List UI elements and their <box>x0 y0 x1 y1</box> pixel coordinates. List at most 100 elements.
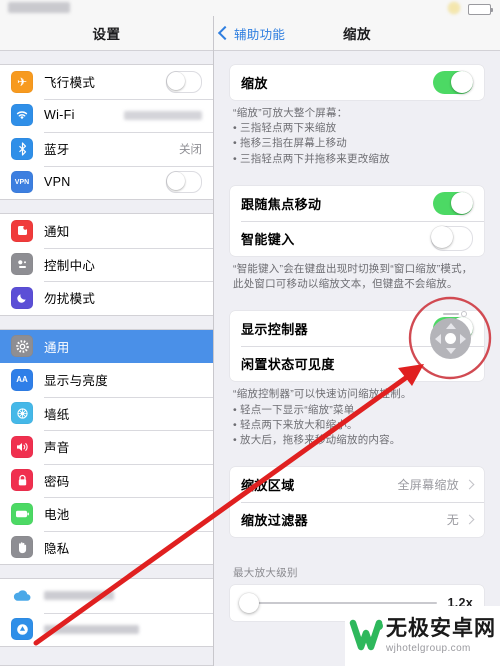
controller-footnote: “缩放控制器”可以快速访问缩放控制。 轻点一下显示“缩放”菜单。 轻点两下来放大… <box>230 381 484 448</box>
back-to-accessibility-button[interactable]: 辅助功能 <box>217 16 286 50</box>
sidebar-item-app-store[interactable] <box>0 612 213 646</box>
icloud-account-label-blurred <box>44 591 114 601</box>
sidebar-item-general[interactable]: 通用 <box>0 329 213 363</box>
chevron-right-icon <box>464 514 475 525</box>
controller-footnote-intro: “缩放控制器”可以快速访问缩放控制。 <box>233 388 412 401</box>
sidebar-item-battery[interactable]: 电池 <box>0 497 213 531</box>
sidebar-item-label: VPN <box>44 175 71 190</box>
group-gap <box>0 564 213 579</box>
focus-typing-card: 跟随焦点移动 智能键入 <box>230 185 484 256</box>
sidebar-group-accounts <box>0 579 213 646</box>
passcode-lock-icon <box>11 469 33 492</box>
max-zoom-slider[interactable] <box>239 593 438 614</box>
smart-typing-toggle[interactable] <box>431 225 473 251</box>
smart-typing-row[interactable]: 智能键入 <box>230 220 484 256</box>
zoom-toggle[interactable] <box>433 71 473 94</box>
chevron-left-icon <box>217 25 233 41</box>
sidebar-item-passcode[interactable]: 密码 <box>0 463 213 497</box>
chevron-right-icon <box>464 479 475 490</box>
sidebar-item-label: Wi-Fi <box>44 108 75 123</box>
sidebar-group-system: 通用 AA 显示与亮度 墙纸 声音 密码 电池 隐私 <box>0 329 213 564</box>
general-gear-icon <box>11 335 33 358</box>
display-brightness-icon: AA <box>11 368 33 391</box>
watermark-logo-icon <box>349 617 383 655</box>
sidebar-title: 设置 <box>92 27 121 42</box>
sidebar-item-label: 飞行模式 <box>44 76 96 91</box>
sidebar-group-connectivity: ✈ 飞行模式 Wi-Fi 蓝牙 关闭 VPN VPN <box>0 65 213 199</box>
watermark-cn-text: 无极安卓网 <box>386 617 496 641</box>
control-center-icon <box>11 253 33 276</box>
sound-icon <box>11 435 33 458</box>
vpn-icon: VPN <box>11 171 33 194</box>
zoom-footnote-bullet: 三指轻点两下来缩放 <box>233 121 481 136</box>
idle-visibility-label: 闲置状态可见度 <box>241 357 335 373</box>
puck-center-dot <box>445 333 456 344</box>
sidebar-item-wifi[interactable]: Wi-Fi <box>0 98 213 132</box>
show-controller-label: 显示控制器 <box>241 322 309 338</box>
sidebar-item-do-not-disturb[interactable]: 勿扰模式 <box>0 281 213 315</box>
arrow-up-icon <box>445 323 456 329</box>
zoom-controller-wisp <box>443 310 467 317</box>
follow-focus-label: 跟随焦点移动 <box>241 196 322 212</box>
do-not-disturb-icon <box>11 286 33 309</box>
sidebar-item-label: 通知 <box>44 225 70 240</box>
wifi-icon <box>11 104 33 127</box>
sidebar-item-airplane-mode[interactable]: ✈ 飞行模式 <box>0 65 213 99</box>
sidebar-item-label: 通用 <box>44 340 70 355</box>
sidebar-item-label: 显示与亮度 <box>44 374 109 389</box>
back-label: 辅助功能 <box>234 27 286 42</box>
sidebar-item-label: 声音 <box>44 441 70 456</box>
max-zoom-group-label: 最大放大级别 <box>233 567 298 580</box>
zoom-footnote-bullet: 三指轻点两下并拖移来更改缩放 <box>233 152 481 167</box>
page-title: 缩放 <box>343 27 371 42</box>
sidebar-item-control-center[interactable]: 控制中心 <box>0 247 213 281</box>
smart-typing-footnote-text: “智能键入”会在键盘出现时切换到“窗口缩放”模式，此处窗口可移动以缩放文本，但键… <box>233 262 473 291</box>
sidebar-item-icloud[interactable] <box>0 579 213 613</box>
icloud-icon <box>11 584 33 607</box>
group-gap <box>0 199 213 214</box>
bluetooth-status-value: 关闭 <box>179 143 202 156</box>
tablet-screen: 设置 ✈ 飞行模式 Wi-Fi 蓝牙 关闭 VPN VPN 通知 控制中心 勿扰… <box>0 0 500 666</box>
sidebar-item-label: 隐私 <box>44 541 70 556</box>
settings-sidebar: 设置 ✈ 飞行模式 Wi-Fi 蓝牙 关闭 VPN VPN 通知 控制中心 勿扰… <box>0 16 214 666</box>
watermark-en-text: wjhotelgroup.com <box>386 642 471 654</box>
zoom-controller-puck[interactable] <box>430 318 471 359</box>
zoom-filter-label: 缩放过滤器 <box>241 513 309 529</box>
wallpaper-icon <box>11 402 33 425</box>
sidebar-item-display-brightness[interactable]: AA 显示与亮度 <box>0 363 213 397</box>
zoom-footnote: “缩放”可放大整个屏幕： 三指轻点两下来缩放 拖移三指在屏幕上移动 三指轻点两下… <box>230 100 484 167</box>
battery-icon <box>468 4 493 15</box>
zoom-footnote-intro: “缩放”可放大整个屏幕： <box>233 107 348 119</box>
airplane-mode-toggle[interactable] <box>166 70 202 93</box>
sidebar-item-privacy[interactable]: 隐私 <box>0 530 213 564</box>
status-bar-blurred-text <box>8 2 70 13</box>
app-store-account-label-blurred <box>44 624 139 634</box>
sidebar-item-label: 勿扰模式 <box>44 292 96 307</box>
sidebar-item-bluetooth[interactable]: 蓝牙 关闭 <box>0 132 213 166</box>
sidebar-item-label: 电池 <box>44 508 70 523</box>
sidebar-item-wallpaper[interactable]: 墙纸 <box>0 396 213 430</box>
sidebar-item-label: 控制中心 <box>44 258 96 273</box>
zoom-region-row[interactable]: 缩放区域 全屏幕缩放 <box>230 467 484 502</box>
zoom-region-value: 全屏幕缩放 <box>397 478 459 493</box>
sidebar-item-vpn[interactable]: VPN VPN <box>0 165 213 199</box>
max-zoom-slider-thumb[interactable] <box>239 593 259 614</box>
arrow-down-icon <box>445 348 456 354</box>
zoom-row[interactable]: 缩放 <box>230 65 484 100</box>
sidebar-item-notifications[interactable]: 通知 <box>0 214 213 248</box>
arrow-left-icon <box>435 333 441 344</box>
follow-focus-toggle[interactable] <box>433 191 473 215</box>
smart-typing-footnote: “智能键入”会在键盘出现时切换到“窗口缩放”模式，此处窗口可移动以缩放文本，但键… <box>230 256 484 292</box>
bluetooth-icon <box>11 137 33 160</box>
detail-navbar: 辅助功能 缩放 <box>214 16 500 51</box>
privacy-hand-icon <box>11 536 33 559</box>
sidebar-item-sounds[interactable]: 声音 <box>0 430 213 464</box>
zoom-filter-row[interactable]: 缩放过滤器 无 <box>230 502 484 537</box>
controller-footnote-bullet: 轻点一下显示“缩放”菜单。 <box>233 403 481 418</box>
arrow-right-icon <box>460 333 466 344</box>
zoom-region-card: 缩放区域 全屏幕缩放 缩放过滤器 无 <box>230 467 484 538</box>
site-watermark: 无极安卓网 wjhotelgroup.com <box>345 606 500 666</box>
vpn-toggle[interactable] <box>166 171 202 194</box>
group-gap <box>0 314 213 330</box>
follow-focus-row[interactable]: 跟随焦点移动 <box>230 186 484 221</box>
